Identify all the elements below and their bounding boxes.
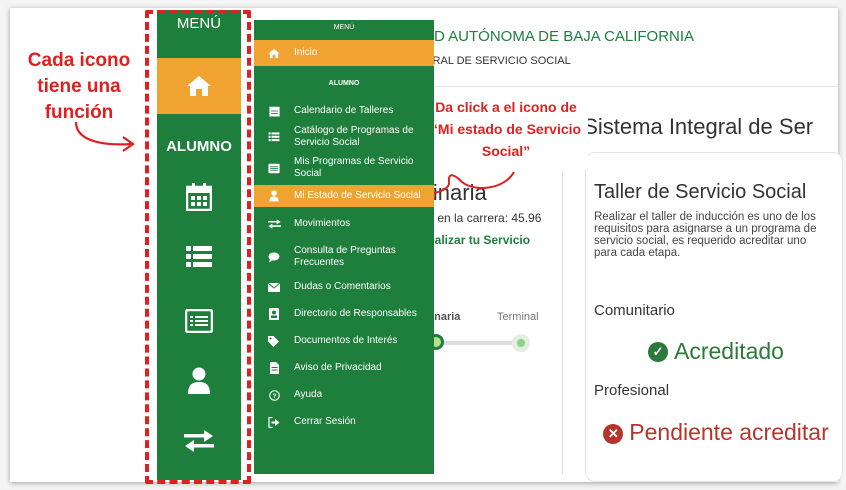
svg-text:?: ? (272, 392, 276, 399)
department-subtitle: GRAL DE SERVICIO SOCIAL (424, 55, 571, 67)
start-service-link[interactable]: ealizar tu Servicio (428, 233, 530, 247)
menu-item-calendario[interactable]: Calendario de Talleres (254, 102, 434, 120)
stage-timeline-track (432, 341, 522, 345)
left-callout-arrow-icon (74, 121, 135, 152)
card-divider (562, 168, 563, 474)
menu-item-label: Calendario de Talleres (294, 105, 394, 116)
header-divider (434, 86, 838, 87)
menu-item-directorio[interactable]: Directorio de Responsables (254, 305, 434, 323)
arrows-exchange-icon (254, 219, 294, 229)
timeline-label-terminal: Terminal (497, 311, 539, 323)
check-circle-icon: ✓ (648, 341, 669, 362)
menu-item-mi-estado[interactable]: Mi Estado de Servicio Social (254, 185, 434, 207)
tags-icon (254, 335, 294, 347)
status-acreditado: ✓ Acreditado (594, 338, 838, 365)
document-icon (254, 362, 294, 374)
menu-item-label: Mi Estado de Servicio Social (294, 190, 421, 201)
left-callout: Cada icono tiene una función (27, 50, 131, 123)
menu-item-aviso[interactable]: Aviso de Privacidad (254, 359, 434, 377)
calendar-icon (254, 105, 294, 117)
highlight-dashed-border (145, 10, 251, 484)
menu-item-label: Documentos de Interés (294, 335, 398, 346)
menu-item-label: Aviso de Privacidad (294, 362, 382, 373)
workshop-card-title: Taller de Servicio Social (594, 181, 807, 203)
welcome-heading: al Sistema Integral de Ser (560, 114, 814, 139)
menu-item-dudas[interactable]: Dudas o Comentarios (254, 278, 434, 296)
menu-item-mis-programas[interactable]: Mis Programas de Servicio Social (254, 154, 434, 182)
menu-item-preguntas[interactable]: Consulta de Preguntas Frecuentes (254, 242, 434, 272)
menu-item-label: Movimientos (294, 218, 351, 229)
menu-item-label: Consulta de Preguntas Frecuentes (294, 245, 396, 268)
home-icon (254, 48, 294, 59)
list-icon (254, 132, 294, 142)
menu-item-catalogo[interactable]: Catálogo de Programas de Servicio Social (254, 122, 434, 152)
contact-icon (254, 308, 294, 320)
x-circle-icon: ✕ (603, 423, 624, 444)
timeline-next-dot (512, 334, 530, 352)
menu-item-documentos[interactable]: Documentos de Interés (254, 332, 434, 350)
stage-label-comunitario: Comunitario (594, 302, 675, 319)
status-pendiente-text: Pendiente acreditar (629, 419, 829, 445)
instruction-callout: Da click a el icono de “Mi estado de Ser… (424, 96, 588, 170)
logout-icon (254, 416, 294, 428)
menu-item-label: Cerrar Sesión (294, 416, 356, 427)
menu-item-label: Mis Programas de Servicio Social (294, 156, 414, 179)
menu-item-inicio[interactable]: Inicio (254, 40, 434, 66)
status-pendiente: ✕ Pendiente acreditar (594, 418, 838, 446)
menu-item-label: Ayuda (294, 389, 323, 400)
menu-item-movimientos[interactable]: Movimientos (254, 215, 434, 233)
menu-item-label: Directorio de Responsables (294, 308, 417, 319)
expanded-menu: MENÚ Inicio ALUMNO Calendario de Tallere… (254, 20, 434, 474)
menu-section-title: ALUMNO (328, 80, 360, 87)
menu-item-ayuda[interactable]: ? Ayuda (254, 386, 434, 404)
university-title: AD AUTÓNOMA DE BAJA CALIFORNIA (424, 28, 695, 45)
user-icon (254, 190, 294, 202)
stage-label-profesional: Profesional (594, 382, 670, 399)
menu-item-label: Dudas o Comentarios (294, 281, 391, 292)
envelope-icon (254, 282, 294, 292)
help-icon: ? (254, 389, 294, 401)
status-acreditado-text: Acreditado (674, 338, 784, 364)
menu-item-cerrar-sesion[interactable]: Cerrar Sesión (254, 413, 434, 431)
workshop-card-description: Realizar el taller de inducción es uno d… (594, 211, 817, 259)
card-list-icon (254, 163, 294, 174)
menu-item-label: Catálogo de Programas de Servicio Social (294, 125, 414, 148)
menu-item-label: Inicio (294, 47, 318, 58)
chat-icon (254, 252, 294, 263)
menu-title: MENÚ (333, 24, 355, 31)
